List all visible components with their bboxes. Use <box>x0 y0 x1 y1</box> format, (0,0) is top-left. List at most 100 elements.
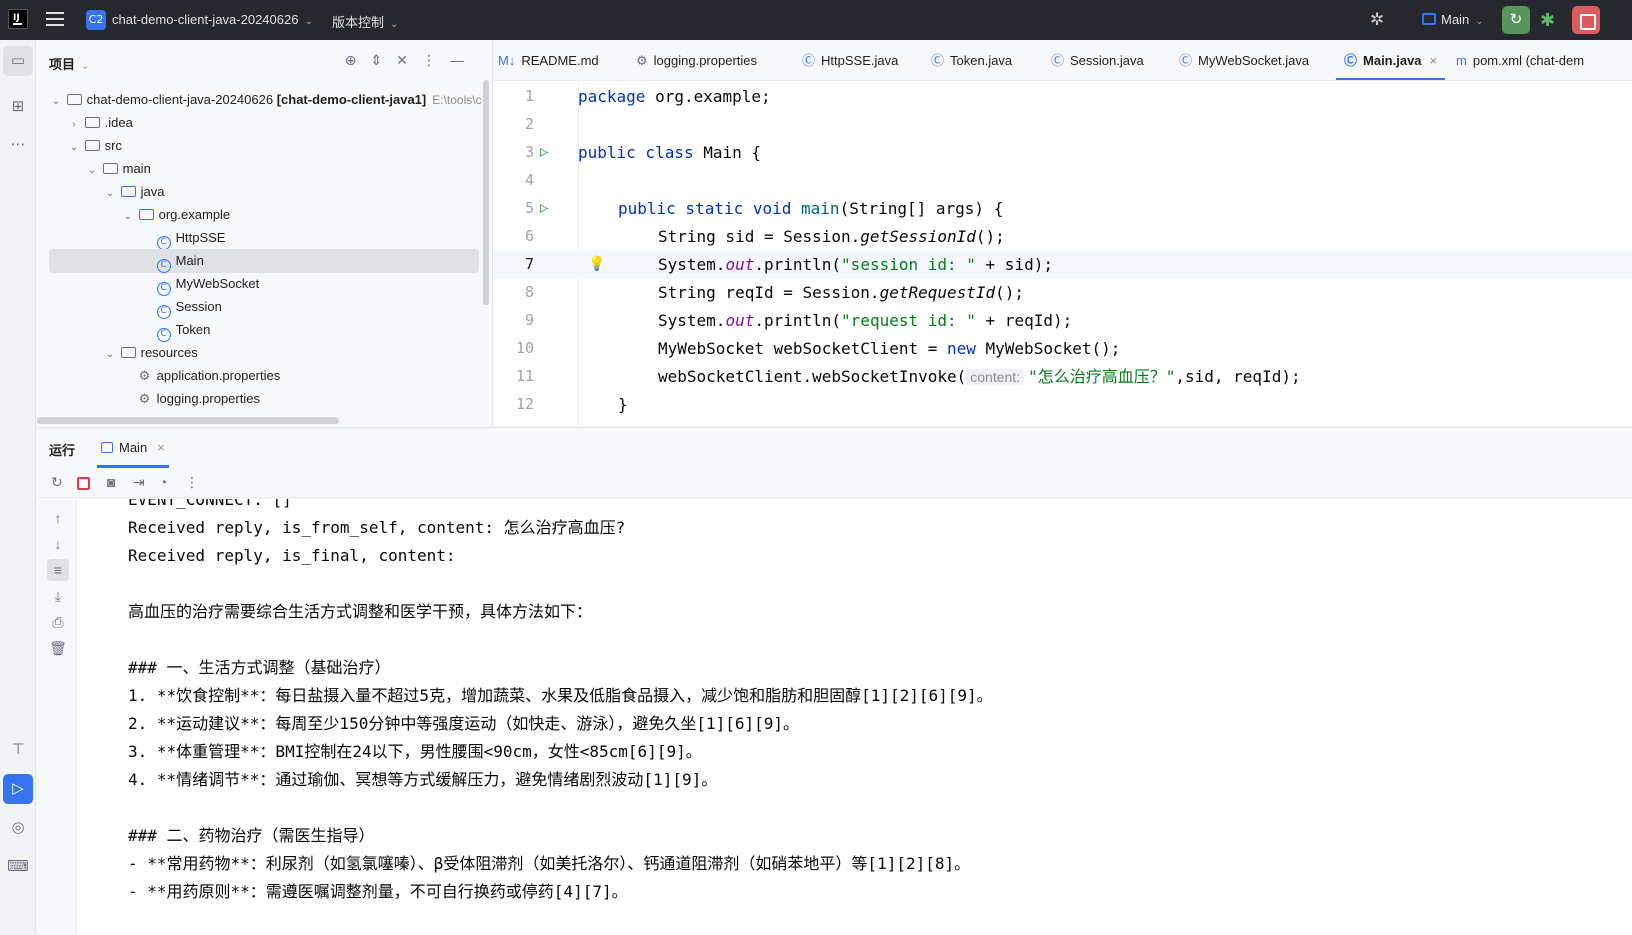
tree-item[interactable]: C Token <box>37 318 492 342</box>
static-field: out <box>725 311 755 330</box>
soft-wrap-icon[interactable]: ≡ <box>47 559 69 581</box>
tree-item[interactable]: C Main <box>49 249 479 273</box>
scroll-to-end-icon[interactable]: ⤓ <box>47 585 69 607</box>
rerun-icon[interactable]: ↻ <box>51 474 63 491</box>
stop-button[interactable] <box>1572 6 1600 34</box>
editor-tab[interactable]: ⚙ logging.properties <box>636 40 757 80</box>
tree-item[interactable]: ⌄ org.example <box>37 203 492 227</box>
tree-item[interactable]: C MyWebSocket <box>37 272 492 296</box>
file-type-icon: Ⓒ <box>1344 53 1358 68</box>
hide-icon[interactable]: — <box>450 52 478 68</box>
editor-tab-label: README.md <box>521 53 599 68</box>
code-text: + sid); <box>975 255 1053 274</box>
project-switcher[interactable]: chat-demo-client-java-20240626 ⌄ <box>112 12 313 27</box>
editor-tab[interactable]: M↓ README.md <box>498 40 599 80</box>
lightbulb-icon[interactable]: 💡 <box>588 250 605 279</box>
close-icon[interactable]: × <box>157 440 165 455</box>
file-type-icon: Ⓒ <box>1051 53 1065 68</box>
arrow-down-icon[interactable]: ↓ <box>47 533 69 555</box>
locate-icon[interactable]: ⊕ <box>345 52 371 68</box>
expand-all-icon[interactable]: ⇕ <box>371 52 397 68</box>
keyword: public class <box>578 143 694 162</box>
tree-item[interactable]: ⌄ java <box>37 180 492 204</box>
chevron-down-icon: ⌄ <box>1475 16 1484 27</box>
project-vertical-scrollbar[interactable] <box>483 80 489 305</box>
tree-item[interactable]: ⌄ resources <box>37 341 492 365</box>
tree-item[interactable]: C HttpSSE <box>37 226 492 250</box>
editor-tab-label: pom.xml (chat-dem <box>1472 53 1585 68</box>
tree-item-label: java <box>140 184 165 199</box>
tree-item[interactable]: C Session <box>37 295 492 319</box>
code-line-current: 7 💡 System.out.println("session id: " + … <box>494 250 1632 279</box>
class-icon: C <box>156 282 171 296</box>
options-icon[interactable]: ⋮ <box>422 52 450 68</box>
project-panel-title[interactable]: 项目 ⌄ <box>49 54 89 73</box>
build-tool-icon[interactable]: ⊤ <box>3 735 33 765</box>
main-menu-icon[interactable] <box>46 12 64 26</box>
run-tool-icon[interactable]: ▷ <box>3 774 33 804</box>
collapse-all-icon[interactable]: ✕ <box>396 52 422 68</box>
project-name: chat-demo-client-java-20240626 <box>112 12 299 27</box>
restore-layout-icon[interactable]: ⇥ <box>133 474 145 491</box>
intellij-logo-icon[interactable]: IJ <box>8 9 28 29</box>
editor-tab[interactable]: Ⓒ MyWebSocket.java <box>1179 40 1309 80</box>
print-icon[interactable]: ⎙ <box>47 611 69 633</box>
vcs-menu[interactable]: 版本控制 ⌄ <box>332 12 398 31</box>
run-panel: 运行 Main × ↻ ◙ ⇥ ◔ ⋮ ↑ ↓ ≡ ⤓ ⎙ 🗑 EVENT_CON… <box>37 427 1632 935</box>
services-tool-icon[interactable]: ◎ <box>3 813 33 843</box>
tree-item[interactable]: ⌄ src <box>37 134 492 158</box>
project-badge[interactable]: C2 <box>86 10 106 30</box>
line-number: 8 <box>524 283 534 301</box>
tree-item[interactable]: › .idea <box>37 111 492 135</box>
run-tab-main[interactable]: Main × <box>97 428 169 468</box>
tree-item[interactable]: ⌄ main <box>37 157 492 181</box>
code-line: 9 System.out.println("request id: " + re… <box>494 306 1632 335</box>
screenshot-icon[interactable]: ◙ <box>107 474 115 490</box>
code-text: .println( <box>754 311 842 330</box>
console-output[interactable]: EVENT_CONNECT: [] Received reply, is_from… <box>77 499 1632 935</box>
run-config-selector[interactable]: Main ⌄ <box>1422 12 1484 27</box>
file-type-icon: Ⓒ <box>931 53 945 68</box>
gear-icon: ⚙ <box>138 391 151 406</box>
file-type-icon: Ⓒ <box>802 53 816 68</box>
folder-icon <box>66 94 82 105</box>
string-literal: "session id: " <box>841 255 976 274</box>
code-line: 11 webSocketClient.webSocketInvoke(conte… <box>494 362 1632 391</box>
line-number: 2 <box>524 115 534 133</box>
trash-icon[interactable]: 🗑 <box>47 637 69 659</box>
editor-tab[interactable]: Ⓒ HttpSSE.java <box>802 40 898 80</box>
more-tools-icon[interactable]: ⋯ <box>3 130 33 160</box>
run-gutter-icon[interactable]: ▷ <box>540 138 548 167</box>
project-horizontal-scrollbar[interactable] <box>37 417 339 424</box>
close-icon[interactable]: × <box>1430 53 1438 68</box>
editor-tab[interactable]: m pom.xml (chat-dem <box>1456 40 1585 80</box>
project-tool-icon[interactable]: ▭ <box>3 46 33 76</box>
code-text: ,sid, reqId); <box>1175 367 1301 386</box>
tree-item[interactable]: ⌄ chat-demo-client-java-20240626 [chat-d… <box>37 88 492 112</box>
structure-tool-icon[interactable]: ⊞ <box>3 92 33 122</box>
editor-tab[interactable]: Ⓒ Token.java <box>931 40 1012 80</box>
stop-icon[interactable] <box>77 477 90 490</box>
chevron-down-icon: ⌄ <box>81 61 90 72</box>
code-editor[interactable]: 1 package org.example; 2 3 ▷ public clas… <box>494 82 1632 426</box>
run-tab-icon <box>101 442 113 453</box>
tree-item[interactable]: ⚙ application.properties <box>37 364 492 388</box>
code-text: System. <box>658 311 726 330</box>
arrow-up-icon[interactable]: ↑ <box>47 507 69 529</box>
code-line: 2 <box>494 110 1632 139</box>
code-text: org.example; <box>645 87 771 106</box>
source-folder-icon <box>120 186 136 197</box>
code-with-me-icon[interactable]: ✲ <box>1370 10 1384 30</box>
tree-item[interactable]: ⚙ logging.properties <box>37 387 492 411</box>
rerun-button[interactable]: ↻ <box>1502 6 1530 34</box>
terminal-tool-icon[interactable]: ⌨ <box>3 852 33 882</box>
more-options-icon[interactable]: ⋮ <box>185 474 199 491</box>
coverage-icon[interactable]: ◔ <box>159 474 167 490</box>
editor-tab[interactable]: Ⓒ Session.java <box>1051 40 1144 80</box>
editor-tab[interactable]: Ⓒ Main.java × <box>1335 40 1446 80</box>
debug-icon[interactable]: ✱ <box>1540 10 1555 31</box>
class-icon: C <box>156 259 171 273</box>
console-line: 1. **饮食控制**：每日盐摄入量不超过5克，增加蔬菜、水果及低脂食品摄入，减… <box>128 686 993 705</box>
tree-item-label: Token <box>175 322 211 337</box>
run-gutter-icon[interactable]: ▷ <box>540 194 548 223</box>
